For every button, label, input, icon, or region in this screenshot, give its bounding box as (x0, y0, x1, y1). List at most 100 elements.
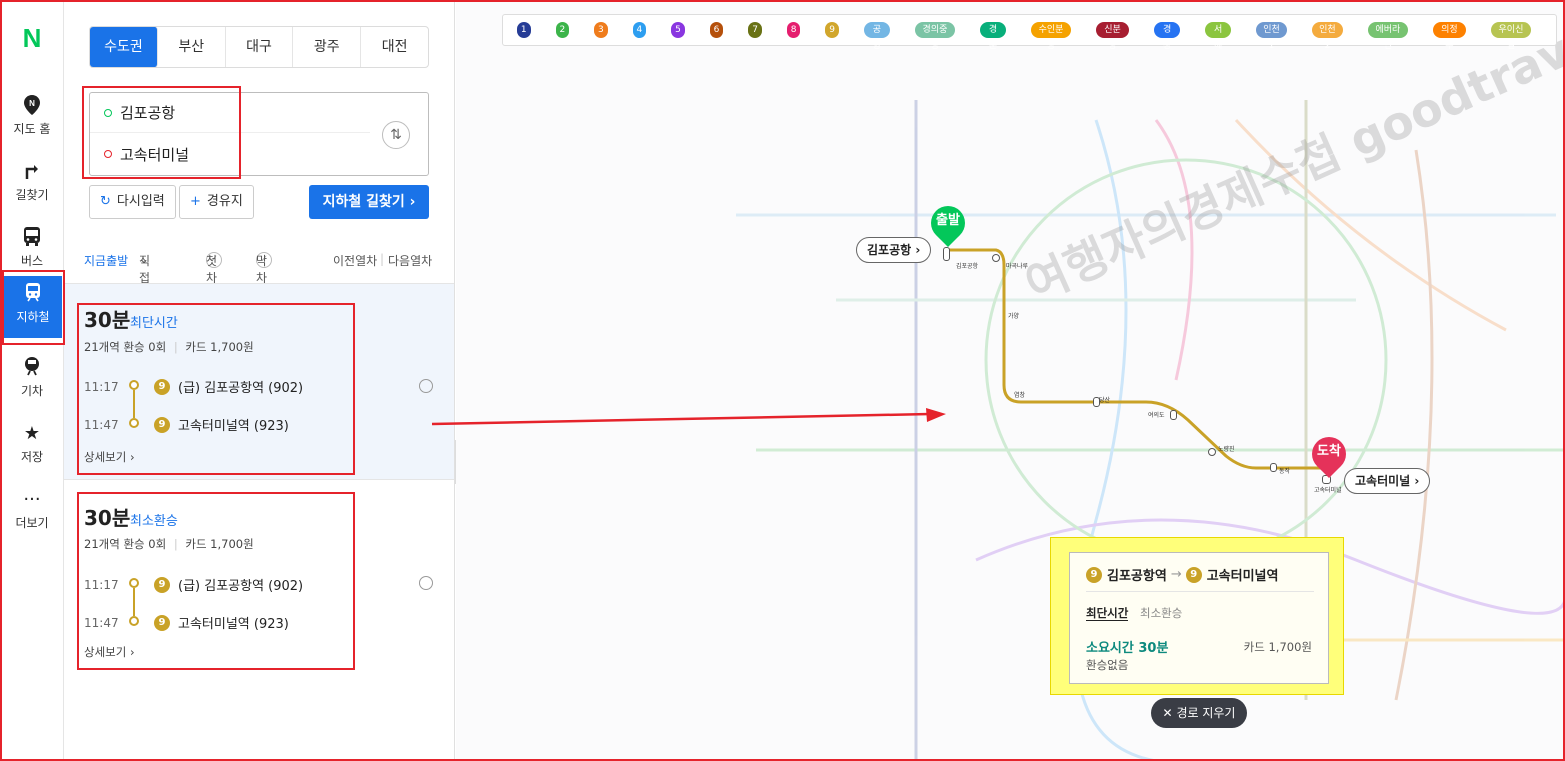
departure-step: 11:17 9 (급) 김포공항역 (902) (84, 377, 303, 396)
nav-directions[interactable]: 길찾기 (0, 154, 64, 216)
line-0-badge[interactable]: 1 (517, 22, 531, 38)
line-11-badge[interactable]: 경춘 (979, 22, 1006, 51)
line-10-badge[interactable]: 경의중앙 (914, 22, 955, 51)
clear-label: 경로 지우기 (1176, 706, 1236, 720)
line-16-badge[interactable]: 인천1 (1256, 22, 1287, 51)
route-card[interactable]: 30분 최단시간 21개역 환승 0회 | 카드 1,700원 11:17 9 … (64, 283, 454, 479)
clock-icon[interactable] (419, 379, 433, 393)
naver-logo[interactable]: N (20, 25, 44, 51)
departure-time: 11:17 (84, 577, 119, 592)
tab-daejeon[interactable]: 대전 (361, 27, 428, 67)
start-station-label[interactable]: 김포공항 › (856, 237, 932, 263)
nav-label: 기차 (20, 384, 44, 398)
station-gimpo-marker[interactable] (943, 247, 950, 261)
line-15-badge[interactable]: 서해 (1205, 22, 1232, 51)
line-9-icon: 9 (1185, 566, 1202, 583)
clock-icon[interactable] (419, 576, 433, 590)
station-label: 염창 (1014, 392, 1026, 399)
route-summary-popup: 9 김포공항역 → 9 고속터미널역 최단시간 최소환승 소요시간 30분 카드… (1069, 552, 1329, 684)
station-label: 당산 (1099, 397, 1111, 404)
line-6-badge[interactable]: 7 (748, 22, 762, 38)
station-label: 노량진 (1218, 446, 1235, 453)
station-noryangjin-marker[interactable] (1208, 448, 1216, 456)
station-dongjak-marker[interactable] (1270, 463, 1277, 472)
subway-search-button[interactable]: 지하철 길찾기 › (309, 185, 429, 219)
nav-train[interactable]: 기차 (0, 350, 64, 412)
detail-link[interactable]: 상세보기 › (84, 644, 135, 660)
divider (1086, 591, 1314, 592)
detail-link[interactable]: 상세보기 › (84, 449, 135, 465)
route-info: 21개역 환승 0회 | 카드 1,700원 (84, 339, 254, 355)
line-9-icon: 9 (154, 614, 170, 631)
svg-text:N: N (29, 99, 35, 108)
line-13-badge[interactable]: 신분당 (1096, 22, 1130, 51)
clear-route-button[interactable]: ✕ 경로 지우기 (1151, 698, 1247, 728)
line-20-badge[interactable]: 우이신설 (1490, 22, 1531, 51)
departure-time: 11:17 (84, 379, 119, 394)
nav-label: 저장 (20, 450, 44, 464)
popup-tab-fastest[interactable]: 최단시간 (1086, 606, 1129, 621)
line-8-badge[interactable]: 9 (825, 22, 839, 38)
plus-icon: + (190, 194, 201, 209)
waypoint-label: 경유지 (206, 194, 243, 209)
line-9-badge[interactable]: 공항 (863, 22, 890, 51)
tab-gwangju[interactable]: 광주 (293, 27, 362, 67)
station-label: 동작 (1279, 468, 1291, 475)
line-18-badge[interactable]: 에버라인 (1367, 22, 1408, 51)
line-5-badge[interactable]: 6 (709, 22, 724, 38)
option-custom[interactable]: 직접설정 ⌄ (139, 252, 150, 319)
end-station-label[interactable]: 고속터미널 › (1344, 468, 1431, 494)
line-9-icon: 9 (154, 576, 170, 593)
nav-label: 지도 홈 (13, 122, 51, 136)
route-stops: 21개역 (84, 537, 120, 551)
reset-button[interactable]: ↻ 다시입력 (89, 185, 176, 219)
next-train-link[interactable]: 다음열차 (388, 252, 432, 269)
waypoint-button[interactable]: + 경유지 (179, 185, 254, 219)
line-3-badge[interactable]: 4 (632, 22, 647, 38)
popup-tab-min-transfer[interactable]: 최소환승 (1140, 606, 1182, 620)
nav-more[interactable]: ··· 더보기 (0, 482, 64, 544)
star-icon: ★ (23, 423, 41, 444)
nav-saved[interactable]: ★ 저장 (0, 416, 64, 478)
station-label: 김포공항 (956, 263, 979, 270)
subway-map[interactable]: 김포공항 마곡나루 가양 염창 당산 여의도 노량진 동작 고속터미널 여행자의… (456, 0, 1565, 761)
route-fare: 카드 1,700원 (185, 537, 254, 551)
line-14-badge[interactable]: 경강 (1154, 22, 1181, 51)
option-last-label: 막차 (256, 254, 268, 285)
line-12-badge[interactable]: 수인분당 (1031, 22, 1072, 51)
line-1-badge[interactable]: 2 (555, 22, 570, 38)
detail-label: 상세보기 (84, 450, 127, 464)
line-17-badge[interactable]: 인천2 (1311, 22, 1343, 51)
refresh-icon: ↻ (100, 194, 111, 209)
station-magoknaru-marker[interactable] (992, 254, 1000, 262)
line-2-badge[interactable]: 3 (594, 22, 608, 38)
tab-daegu[interactable]: 대구 (226, 27, 294, 67)
arrival-step: 11:47 9 고속터미널역 (923) (84, 613, 289, 632)
train-icon (20, 356, 44, 380)
nav-map-home[interactable]: N 지도 홈 (0, 88, 64, 150)
route-card[interactable]: 30분 최소환승 21개역 환승 0회 | 카드 1,700원 11:17 9 … (64, 479, 454, 675)
nav-label: 버스 (20, 254, 44, 268)
route-tag: 최단시간 (130, 316, 178, 331)
close-icon: ✕ (1162, 706, 1173, 720)
route-transfers: 환승 0회 (123, 340, 167, 354)
line-7-badge[interactable]: 8 (786, 22, 801, 38)
tab-seoul[interactable]: 수도권 (90, 27, 158, 67)
tab-busan[interactable]: 부산 (158, 27, 226, 67)
start-pin[interactable]: 출발 (923, 198, 973, 248)
popup-transfer: 환승없음 (1086, 658, 1129, 672)
arrival-station: 고속터미널역 (923) (178, 617, 289, 632)
route-info: 21개역 환승 0회 | 카드 1,700원 (84, 536, 254, 552)
line-4-badge[interactable]: 5 (671, 22, 685, 38)
divider: | (173, 537, 178, 551)
prev-train-link[interactable]: 이전열차 (333, 252, 377, 269)
option-now[interactable]: 지금출발 (84, 252, 128, 269)
arrival-step: 11:47 9 고속터미널역 (923) (84, 415, 289, 434)
line-9-icon: 9 (154, 378, 170, 395)
popup-from: 김포공항역 (1107, 569, 1167, 584)
end-station-name: 고속터미널 (1355, 474, 1411, 488)
swap-icon[interactable]: ⇅ (382, 121, 410, 149)
end-pin[interactable]: 도착 (1304, 429, 1354, 479)
line-19-badge[interactable]: 의정부 (1432, 22, 1466, 51)
station-yeouido-marker[interactable] (1170, 410, 1177, 420)
